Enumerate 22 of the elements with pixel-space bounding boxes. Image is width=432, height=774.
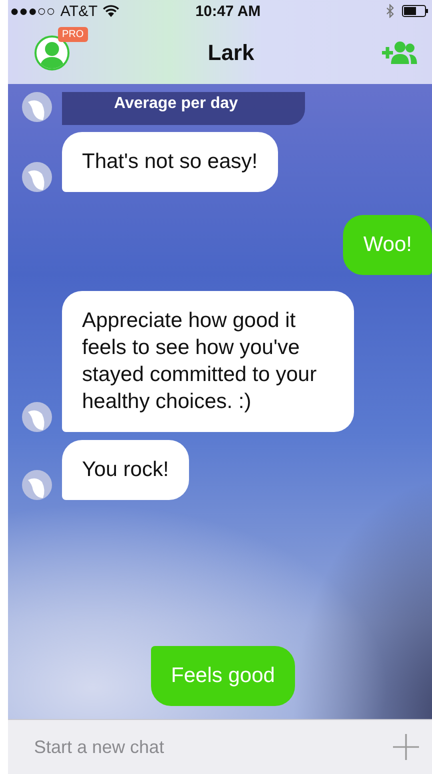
carrier-name: AT&T — [60, 2, 98, 20]
quick-reply-button[interactable]: Feels good — [151, 646, 295, 706]
signal-strength: ●●●○○ — [10, 2, 56, 20]
bot-avatar-icon — [22, 402, 52, 432]
bot-message: You rock! — [62, 440, 189, 500]
bot-avatar-icon — [22, 162, 52, 192]
chat-input-field[interactable]: Start a new chat — [32, 736, 392, 758]
bot-avatar-icon — [22, 92, 52, 122]
status-time: 10:47 AM — [194, 2, 262, 20]
composer-bar[interactable]: Start a new chat — [8, 719, 432, 774]
bot-avatar-icon — [22, 470, 52, 500]
add-icon[interactable] — [392, 733, 420, 761]
chat-title: Lark — [206, 40, 256, 66]
bot-message: Appreciate how good it feels to see how you've stayed committed to your healthy choices. :) — [62, 291, 354, 432]
bot-message: That's not so easy! — [62, 132, 278, 192]
user-message: Woo! — [343, 215, 432, 275]
bluetooth-icon — [386, 4, 394, 18]
battery-icon — [402, 5, 428, 17]
add-people-icon[interactable] — [382, 40, 418, 66]
wifi-icon — [102, 5, 119, 17]
summary-card: Average per day — [62, 92, 305, 125]
pro-badge: PRO — [58, 27, 88, 42]
